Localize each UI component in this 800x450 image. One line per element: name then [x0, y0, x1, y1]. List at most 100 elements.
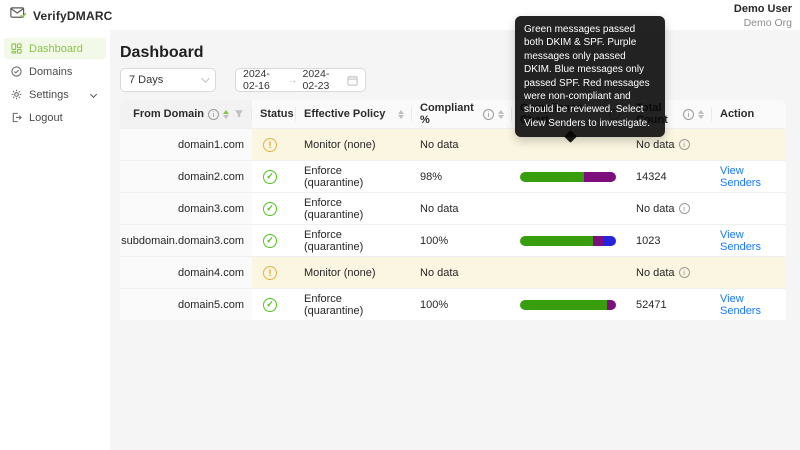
compliance-bar-segment-green	[520, 300, 607, 310]
view-senders-link[interactable]: View Senders	[720, 165, 778, 189]
user-name: Demo User	[734, 3, 792, 15]
view-senders-link[interactable]: View Senders	[720, 293, 778, 317]
info-icon[interactable]: i	[208, 109, 219, 120]
sort-icon[interactable]	[398, 110, 404, 119]
column-label-text: Action	[720, 108, 754, 120]
date-range-picker[interactable]: 2024-02-16 → 2024-02-23	[235, 68, 366, 92]
cell-from-domain: domain2.com	[120, 161, 252, 192]
column-label: Compliant %i	[420, 102, 494, 126]
sidebar-item-dashboard[interactable]: Dashboard	[4, 38, 106, 59]
date-range-select[interactable]: 7 Days	[120, 68, 216, 92]
info-icon[interactable]: i	[683, 109, 694, 120]
info-icon[interactable]: i	[679, 139, 690, 150]
column-header-status: Status	[252, 100, 296, 128]
column-label: Effective Policy	[304, 108, 385, 120]
cell-effective-policy: Enforce (quarantine)	[296, 289, 412, 320]
cell-action	[712, 193, 786, 224]
logout-icon	[10, 112, 22, 124]
policy-value: Enforce (quarantine)	[304, 229, 404, 253]
sidebar-item-settings[interactable]: Settings	[4, 84, 106, 105]
compliance-bar-segment-blue	[603, 236, 616, 246]
sort-icon[interactable]	[498, 110, 504, 119]
column-label-text: Status	[260, 108, 294, 120]
policy-value: Enforce (quarantine)	[304, 293, 404, 317]
sidebar-item-logout[interactable]: Logout	[4, 107, 106, 128]
compliance-bar-segment-purple	[593, 236, 603, 246]
status-ok-icon[interactable]: ✓	[263, 170, 277, 184]
policy-value: Enforce (quarantine)	[304, 197, 404, 221]
status-warning-icon[interactable]: !	[263, 138, 277, 152]
view-senders-link[interactable]: View Senders	[720, 229, 778, 253]
sort-icon[interactable]	[698, 110, 704, 119]
status-ok-icon[interactable]: ✓	[263, 202, 277, 216]
tooltip-text: Green messages passed both DKIM & SPF. P…	[524, 24, 650, 129]
total-count-value: No data	[636, 139, 675, 151]
sort-desc-caret	[398, 115, 404, 119]
domain-name: domain3.com	[178, 203, 244, 215]
compliant-value: 100%	[420, 235, 448, 247]
cell-compliant-pct: 100%	[412, 289, 512, 320]
cell-compliance-chart	[512, 225, 628, 256]
table-row: domain3.com✓Enforce (quarantine)No dataN…	[120, 192, 786, 224]
cell-effective-policy: Enforce (quarantine)	[296, 161, 412, 192]
compliance-bar[interactable]	[520, 236, 616, 246]
policy-value: Monitor (none)	[304, 139, 376, 151]
compliant-value: 100%	[420, 299, 448, 311]
cell-status: ✓	[252, 289, 296, 320]
cell-from-domain: domain3.com	[120, 193, 252, 224]
column-label: From Domain i	[133, 108, 219, 120]
top-bar: VerifyDMARC Demo User Demo Org	[0, 0, 800, 30]
status-ok-icon[interactable]: ✓	[263, 298, 277, 312]
column-header-action: Action	[712, 100, 786, 128]
compliant-value: No data	[420, 267, 459, 279]
table-body: domain1.com! Monitor (none) No data No data…	[120, 128, 786, 320]
cell-from-domain: domain1.com	[120, 129, 252, 160]
cell-compliant-pct: No data	[412, 257, 512, 288]
status-ok-icon[interactable]: ✓	[263, 234, 277, 248]
domains-table: From Domain i Status Effective Policy Compli…	[120, 100, 786, 320]
sort-desc-caret	[698, 115, 704, 119]
total-count-value: No data	[636, 267, 675, 279]
cell-action: View Senders	[712, 161, 786, 192]
date-range-select-value: 7 Days	[129, 74, 163, 86]
main-content: Dashboard 7 Days 2024-02-16 → 2024-02-23…	[110, 30, 800, 450]
status-warning-icon[interactable]: !	[263, 266, 277, 280]
policy-value: Monitor (none)	[304, 267, 376, 279]
policy-value: Enforce (quarantine)	[304, 165, 404, 189]
compliant-value: No data	[420, 139, 459, 151]
cell-effective-policy: Monitor (none)	[296, 129, 412, 160]
column-header-domain[interactable]: From Domain i	[120, 100, 252, 128]
column-header-policy[interactable]: Effective Policy	[296, 100, 412, 128]
sort-desc-caret	[498, 115, 504, 119]
info-icon[interactable]: i	[679, 267, 690, 278]
compliance-bar[interactable]	[520, 300, 616, 310]
user-box[interactable]: Demo User Demo Org	[734, 3, 792, 29]
column-header-compliant[interactable]: Compliant %i	[412, 100, 512, 128]
cell-status: ✓	[252, 161, 296, 192]
cell-compliance-chart	[512, 161, 628, 192]
column-label: Status	[260, 108, 294, 120]
cell-compliant-pct: 98%	[412, 161, 512, 192]
compliance-bar[interactable]	[520, 172, 616, 182]
cell-action	[712, 257, 786, 288]
sidebar-item-label: Domains	[29, 66, 72, 78]
brand-logo[interactable]: VerifyDMARC	[10, 6, 113, 25]
info-icon[interactable]: i	[679, 203, 690, 214]
cell-action: View Senders	[712, 289, 786, 320]
cell-from-domain: domain4.com	[120, 257, 252, 288]
cell-total-count: 14324	[628, 161, 712, 192]
cell-compliant-pct: No data	[412, 193, 512, 224]
date-end-value: 2024-02-23	[303, 68, 343, 92]
domain-name: domain2.com	[178, 171, 244, 183]
filter-icon[interactable]	[234, 109, 244, 119]
page-title: Dashboard	[120, 44, 204, 62]
cell-action	[712, 129, 786, 160]
sort-icon[interactable]	[223, 110, 229, 119]
info-icon[interactable]: i	[483, 109, 494, 120]
column-label-text: From Domain	[133, 108, 204, 120]
cell-effective-policy: Enforce (quarantine)	[296, 225, 412, 256]
sort-asc-caret	[398, 110, 404, 114]
sidebar-item-domains[interactable]: Domains	[4, 61, 106, 82]
date-start-value: 2024-02-16	[243, 68, 283, 92]
compliance-bar-segment-green	[520, 172, 584, 182]
